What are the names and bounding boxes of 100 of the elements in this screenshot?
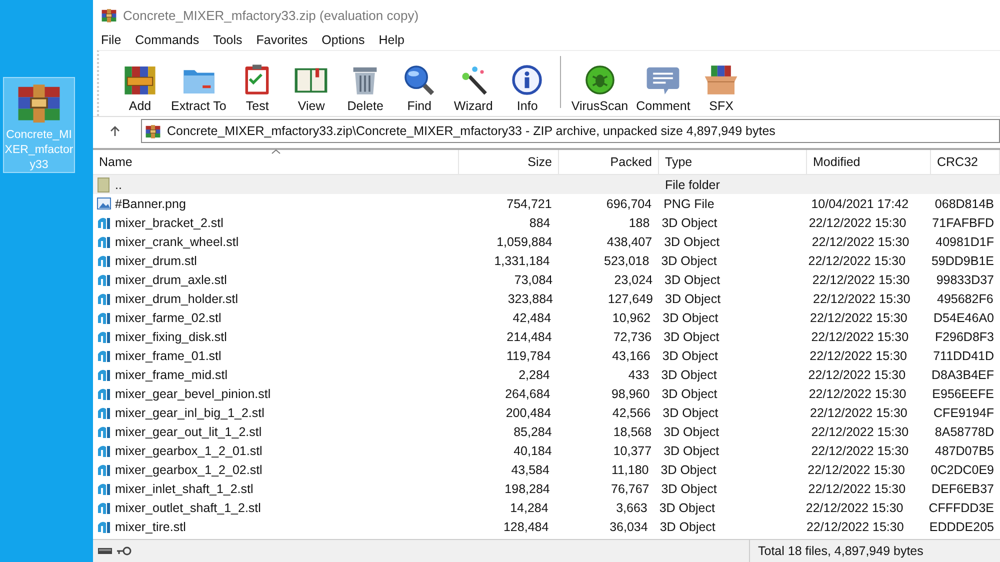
column-header[interactable]: CRC32 [931,150,1000,174]
table-cell: 85,284 [514,424,552,438]
table-cell: 22/12/2022 15:30 [811,444,909,458]
table-cell: 3D Object [662,216,718,230]
table-cell: 36,034 [610,520,648,534]
table-cell: 71FAFBFD [932,216,994,230]
file-row[interactable]: mixer_gear_out_lit_1_2.stl 85,284 18,568 3D Object 22/12/2022 15:30 8A58778D [93,422,1000,441]
table-cell: 068D814B [934,196,994,210]
table-cell: 438,407 [606,234,652,248]
table-cell: 3D Object [662,348,718,362]
table-cell: 754,721 [506,196,552,210]
file-row[interactable]: mixer_farme_02.stl 42,484 10,962 3D Object 22/12/2022 15:30 D54E46A0 [93,308,1000,327]
table-cell: 264,684 [505,386,550,400]
table-cell: 0C2DC0E9 [930,462,994,476]
table-cell: 73,084 [514,272,553,286]
table-cell: 23,024 [614,272,653,286]
table-cell: mixer_gearbox_1_2_01.stl [115,444,262,458]
table-cell: 214,484 [506,330,552,344]
toolbar-button[interactable]: Info [500,63,554,113]
table-cell: 98,960 [611,386,650,400]
file-row[interactable]: mixer_tire.stl 128,484 36,034 3D Object 22/12/2022 15:30 EDDDE205 [93,517,1000,536]
menu-item[interactable]: File [101,33,122,47]
column-header[interactable]: Name [93,150,459,174]
file-row[interactable]: mixer_drum_holder.stl 323,884 127,649 3D Object 22/12/2022 15:30 495682F6 [93,289,1000,308]
table-cell: 487D07B5 [934,444,994,458]
toolbar-button[interactable]: Find [392,63,446,113]
table-cell: 3D Object [664,272,720,286]
table-cell: mixer_crank_wheel.stl [115,234,239,248]
menu-item[interactable]: Options [322,33,365,47]
table-cell: D8A3B4EF [931,368,994,382]
table-cell: 323,884 [508,292,553,306]
table-cell: 22/12/2022 15:30 [810,406,908,420]
column-header[interactable]: Modified [807,150,931,174]
table-cell: mixer_drum_axle.stl [115,272,227,286]
file-row[interactable]: #Banner.png 754,721 696,704 PNG File 10/04/2021 17:42 068D814B [93,194,1000,213]
toolbar-button[interactable]: View [284,63,338,113]
table-cell: 11,180 [611,462,649,476]
table-cell: E956EEFE [932,386,994,400]
file-row[interactable]: mixer_frame_mid.stl 2,284 433 3D Object 22/12/2022 15:30 D8A3B4EF [93,365,1000,384]
toolbar-button[interactable]: Add [113,63,167,113]
file-row[interactable]: mixer_fixing_disk.stl 214,484 72,736 3D Object 22/12/2022 15:30 F296D8F3 [93,327,1000,346]
table-cell: mixer_gear_out_lit_1_2.stl [115,424,262,438]
toolbar-button[interactable]: Test [230,63,284,113]
box-icon [703,63,740,97]
window-title: Concrete_MIXER_mfactory33.zip (evaluation copy) [123,8,419,22]
toolbar-button[interactable]: Wizard [446,63,500,113]
table-cell: .. [115,178,122,192]
table-cell: 495682F6 [937,292,994,306]
column-header[interactable]: Type [659,150,807,174]
file-row[interactable]: mixer_inlet_shaft_1_2.stl 198,284 76,767 3D Object 22/12/2022 15:30 DEF6EB37 [93,479,1000,498]
folder-icon [97,176,111,192]
table-cell: mixer_frame_mid.stl [115,368,228,382]
table-cell: 3D Object [660,462,716,476]
table-cell: 22/12/2022 15:30 [812,272,910,286]
file-row[interactable]: mixer_frame_01.stl 119,784 43,166 3D Object 22/12/2022 15:30 711DD41D [93,346,1000,365]
table-cell: 22/12/2022 15:30 [808,462,905,476]
menu-item[interactable]: Help [378,33,404,47]
table-cell: 22/12/2022 15:30 [808,254,906,268]
table-cell: mixer_outlet_shaft_1_2.stl [115,500,261,514]
table-cell: 3D Object [662,386,718,400]
table-cell: 1,059,884 [496,234,552,248]
table-cell: 198,284 [504,482,550,496]
file-row[interactable]: .. File folder [93,175,1000,194]
address-field[interactable]: Concrete_MIXER_mfactory33.zip\Concrete_MIXER_mfactory33 - ZIP archive, unpacked size 4,897,949 bytes [141,119,1000,143]
table-cell: #Banner.png [115,196,186,210]
table-cell: 3D Object [664,330,720,344]
file-row[interactable]: mixer_drum.stl 1,331,184 523,018 3D Object 22/12/2022 15:30 59DD9B1E [93,251,1000,270]
menu-item[interactable]: Commands [135,33,200,47]
file-row[interactable]: mixer_gear_inl_big_1_2.stl 200,484 42,566 3D Object 22/12/2022 15:30 CFE9194F [93,403,1000,422]
table-cell: CFE9194F [934,406,994,420]
table-cell: 14,284 [510,500,548,514]
toolbar-button[interactable]: SFX [694,63,748,113]
menu-item[interactable]: Tools [213,33,242,47]
toolbar-button[interactable]: VirusScan [567,63,632,113]
file-row[interactable]: mixer_outlet_shaft_1_2.stl 14,284 3,663 3D Object 22/12/2022 15:30 CFFFDD3E [93,498,1000,517]
file-row[interactable]: mixer_gear_bevel_pinion.stl 264,684 98,960 3D Object 22/12/2022 15:30 E956EEFE [93,384,1000,403]
table-cell: 22/12/2022 15:30 [810,348,907,362]
table-cell: 22/12/2022 15:30 [806,520,904,534]
table-cell: 40981D1F [936,234,994,248]
table-cell: EDDDE205 [929,520,994,534]
table-cell: mixer_farme_02.stl [115,310,222,324]
menu-item[interactable]: Favorites [256,33,308,47]
toolbar-button[interactable]: Comment [632,63,694,113]
table-cell: 3D Object [665,292,721,306]
file-row[interactable]: mixer_drum_axle.stl 73,084 23,024 3D Object 22/12/2022 15:30 99833D37 [93,270,1000,289]
column-header[interactable]: Size [459,150,559,174]
file-row[interactable]: mixer_gearbox_1_2_02.stl 43,584 11,180 3D Object 22/12/2022 15:30 0C2DC0E9 [93,460,1000,479]
archive-icon [16,82,62,124]
up-arrow-icon[interactable] [109,125,121,137]
column-header[interactable]: Packed [559,150,659,174]
file-row[interactable]: mixer_crank_wheel.stl 1,059,884 438,407 3D Object 22/12/2022 15:30 40981D1F [93,232,1000,251]
toolbar-button[interactable]: Delete [338,63,392,113]
table-cell: 3D Object [664,234,720,248]
table-cell: 3D Object [660,520,716,534]
toolbar-button[interactable]: Extract To [167,63,230,113]
file-row[interactable]: mixer_bracket_2.stl 884 188 3D Object 22/12/2022 15:30 71FAFBFD [93,213,1000,232]
table-cell: 22/12/2022 15:30 [812,234,910,248]
table-cell: 40,184 [514,444,552,458]
file-row[interactable]: mixer_gearbox_1_2_01.stl 40,184 10,377 3D Object 22/12/2022 15:30 487D07B5 [93,441,1000,460]
table-cell: 42,566 [612,406,651,420]
